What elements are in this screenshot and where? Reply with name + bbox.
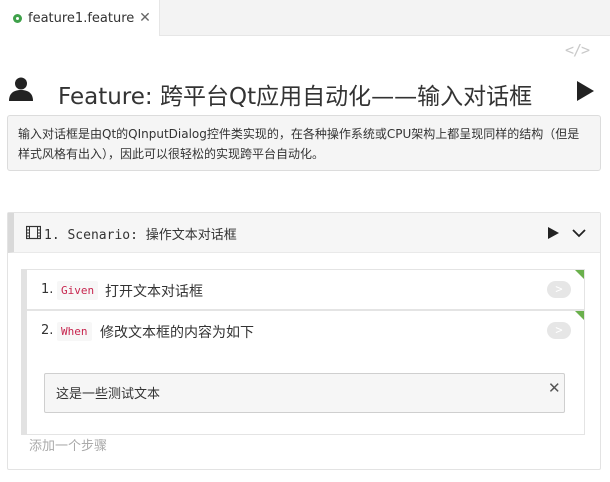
add-step-link[interactable]: 添加一个步骤 — [29, 435, 107, 454]
film-icon — [26, 225, 41, 240]
scenario-card: 1. Scenario: 操作文本对话框 1. Given 打开文本对话框 > … — [7, 212, 601, 470]
step-item[interactable]: 1. Given 打开文本对话框 > — [27, 269, 585, 310]
person-icon — [9, 77, 33, 101]
chevron-down-icon[interactable] — [571, 226, 587, 240]
tab-label: feature1.feature — [28, 10, 135, 26]
docstring-close-icon[interactable]: ✕ — [548, 379, 561, 397]
step-keyword: Given — [57, 281, 99, 300]
tab-feature1[interactable]: feature1.feature ✕ — [0, 0, 160, 36]
scenario-header: 1. Scenario: 操作文本对话框 — [8, 213, 600, 253]
step-status-corner — [575, 311, 584, 320]
step-text[interactable]: 打开文本对话框 — [105, 281, 203, 301]
step-text[interactable]: 修改文本框的内容为如下 — [100, 322, 254, 342]
step-go-button[interactable]: > — [547, 281, 571, 298]
tab-bar: feature1.feature ✕ — [0, 0, 610, 36]
scenario-title: 1. Scenario: 操作文本对话框 — [44, 228, 237, 243]
step-number: 2. — [41, 323, 54, 338]
feature-description: 输入对话框是由Qt的QInputDialog控件类实现的，在各种操作系统或CPU… — [7, 115, 601, 171]
tab-close-icon[interactable]: ✕ — [137, 10, 153, 26]
step-go-button[interactable]: > — [547, 322, 571, 339]
feature-title: Feature: 跨平台Qt应用自动化——输入对话框 — [58, 84, 533, 110]
step-status-corner — [575, 270, 584, 279]
run-scenario-play-icon[interactable] — [546, 226, 560, 240]
code-view-icon[interactable]: </> — [565, 41, 590, 61]
feature-file-icon — [13, 13, 22, 23]
step-item[interactable]: 2. When 修改文本框的内容为如下 > ✕ — [27, 310, 585, 435]
step-number: 1. — [41, 282, 54, 297]
docstring-input[interactable] — [56, 385, 526, 400]
feature-header: Feature: 跨平台Qt应用自动化——输入对话框 — [0, 68, 610, 114]
step-keyword: When — [57, 322, 92, 341]
steps-list: 1. Given 打开文本对话框 > 2. When 修改文本框的内容为如下 >… — [21, 269, 585, 435]
run-feature-play-icon[interactable] — [574, 80, 596, 102]
docstring-box: ✕ — [44, 373, 565, 413]
